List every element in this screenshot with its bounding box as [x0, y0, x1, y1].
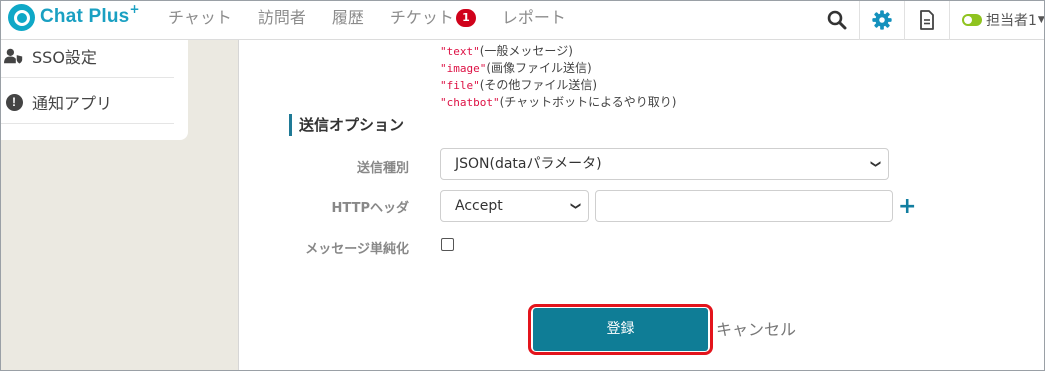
send-type-select[interactable]: JSON(dataパラメータ) ❯ — [440, 148, 889, 180]
chevron-down-icon: ▼ — [1037, 15, 1045, 25]
simplify-message-checkbox[interactable] — [441, 238, 454, 251]
http-header-label: HTTPヘッダ — [331, 201, 409, 216]
exclamation-circle-icon: ! — [4, 92, 24, 112]
settings-button[interactable] — [859, 0, 904, 40]
search-button[interactable] — [814, 0, 859, 40]
nav-visitors[interactable]: 訪問者 — [258, 4, 306, 27]
nav-tickets[interactable]: チケット 1 — [389, 4, 476, 27]
cancel-link[interactable]: キャンセル — [716, 316, 796, 340]
http-header-select-value: Accept — [455, 198, 503, 214]
logo-text: Chat Plus — [40, 6, 130, 27]
message-type-item: "text"(一般メッセージ) — [440, 44, 573, 58]
message-type-item: "chatbot"(チャットボットによるやり取り) — [440, 95, 677, 109]
sidebar-item-notification-app[interactable]: ! 通知アプリ — [4, 90, 112, 114]
top-navbar: Chat Plus + チャット 訪問者 履歴 チケット 1 レポート 担当者1… — [0, 0, 1045, 40]
chat-bubble-icon — [8, 3, 35, 31]
online-status-toggle[interactable] — [962, 14, 982, 26]
sidebar-item-label: SSO設定 — [32, 48, 97, 67]
sidebar-divider — [0, 77, 174, 78]
gear-icon — [872, 10, 892, 30]
nav-tickets-label: チケット — [389, 8, 454, 27]
message-type-list: "text"(一般メッセージ) "image"(画像ファイル送信) "file"… — [440, 43, 677, 111]
logo-plus: + — [129, 2, 140, 16]
section-title: 送信オプション — [289, 114, 404, 136]
settings-sidebar: SSO設定 ! 通知アプリ — [0, 40, 188, 140]
document-button[interactable] — [904, 0, 949, 40]
submit-button[interactable]: 登録 — [533, 308, 708, 351]
user-menu[interactable]: 担当者1 ▼ — [949, 0, 1045, 40]
sidebar-item-sso[interactable]: SSO設定 — [4, 44, 97, 68]
document-icon — [920, 10, 934, 30]
nav-history[interactable]: 履歴 — [332, 4, 364, 27]
chevron-down-icon: ❯ — [869, 159, 881, 169]
http-header-value-input[interactable] — [595, 190, 893, 222]
search-icon — [827, 10, 846, 30]
chevron-down-icon: ❯ — [569, 201, 581, 211]
message-type-item: "image"(画像ファイル送信) — [440, 61, 592, 75]
user-shield-icon — [4, 46, 24, 66]
toolbar-right: 担当者1 ▼ — [814, 0, 1045, 40]
send-type-value: JSON(dataパラメータ) — [455, 156, 602, 172]
http-header-select[interactable]: Accept ❯ — [440, 190, 589, 222]
ticket-count-badge: 1 — [455, 9, 476, 27]
sidebar-divider — [0, 123, 174, 124]
nav-reports[interactable]: レポート — [502, 4, 566, 27]
user-name: 担当者1 — [986, 13, 1037, 29]
main-nav: チャット 訪問者 履歴 チケット 1 レポート — [168, 4, 592, 27]
main-panel: "text"(一般メッセージ) "image"(画像ファイル送信) "file"… — [238, 40, 1045, 371]
simplify-message-label: メッセージ単純化 — [305, 242, 409, 257]
send-type-label: 送信種別 — [356, 161, 409, 176]
add-header-button[interactable]: + — [898, 196, 916, 218]
message-type-item: "file"(その他ファイル送信) — [440, 78, 598, 92]
nav-chat[interactable]: チャット — [168, 4, 232, 27]
sidebar-item-label: 通知アプリ — [32, 94, 113, 113]
chat-plus-logo[interactable]: Chat Plus + — [8, 2, 140, 31]
